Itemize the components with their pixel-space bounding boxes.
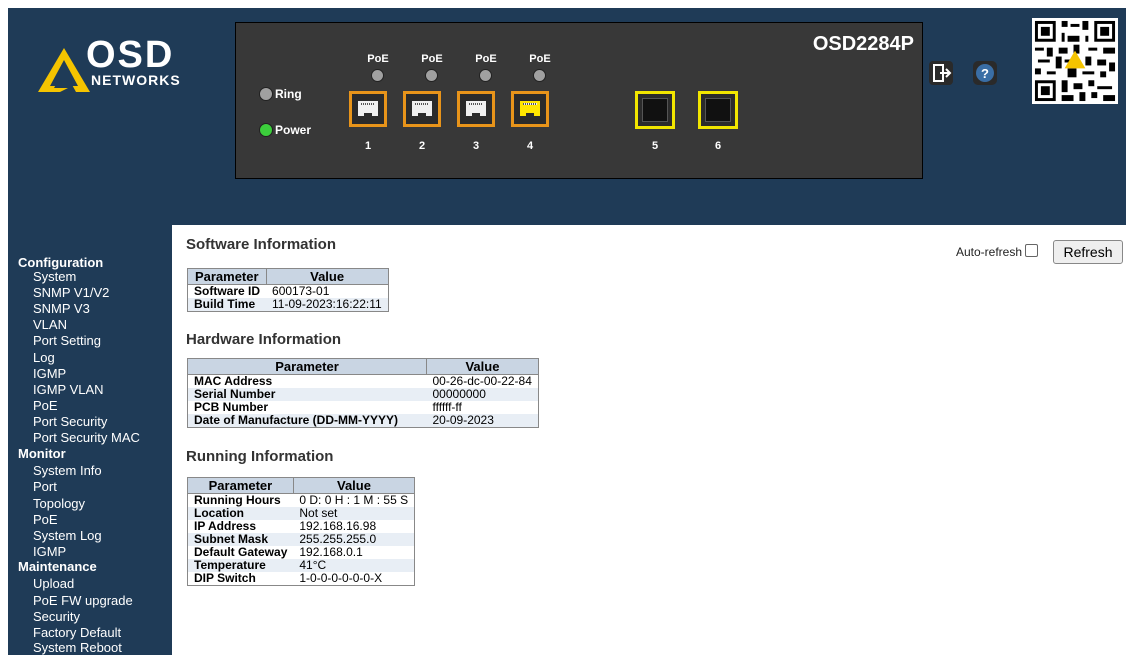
nav-item-vlan[interactable]: VLAN [33, 317, 67, 332]
switch-front-panel: OSD2284P Ring Power PoE PoE PoE PoE 1 2 … [235, 22, 923, 179]
value-cell: 00-26-dc-00-22-84 [432, 374, 532, 388]
help-icon: ? [973, 61, 997, 85]
poe-label-3: PoE [475, 53, 497, 65]
nav-group-monitor[interactable]: Monitor [18, 446, 66, 461]
value-cell: 0 D: 0 H : 1 M : 55 S [299, 493, 409, 507]
hardware-section-title: Hardware Information [186, 331, 342, 348]
value-cell: 600173-01 [272, 284, 330, 298]
nav-item-log[interactable]: Log [33, 350, 55, 365]
model-name: OSD2284P [812, 33, 914, 55]
nav-item-factory-default[interactable]: Factory Default [33, 625, 121, 640]
sidebar-nav: Configuration System SNMP V1/V2 SNMP V3 … [8, 225, 172, 655]
param-cell: Build Time [187, 298, 267, 312]
running-section-title: Running Information [186, 448, 334, 465]
param-cell: DIP Switch [194, 571, 256, 585]
hardware-table: Parameter Value MAC Address 00-26-dc-00-22… [187, 358, 539, 428]
column-header: Value [265, 268, 389, 285]
poe-led-4 [533, 69, 546, 82]
value-cell: 11-09-2023:16:22:11 [266, 298, 389, 312]
running-table: Parameter Value Running Hours 0 D: 0 H : 1… [187, 477, 416, 586]
nav-item-system-log[interactable]: System Log [33, 528, 102, 543]
value-cell: 20-09-2023 [426, 414, 539, 428]
table-row: DIP Switch 1-0-0-0-0-0-0-X [188, 572, 415, 586]
port-2[interactable] [403, 91, 441, 127]
ring-label: Ring [275, 87, 302, 101]
header-bar: OSD NETWORKS OSD2284P Ring Power PoE PoE… [8, 8, 1126, 225]
port-3[interactable] [457, 91, 495, 127]
auto-refresh-label: Auto-refresh [955, 245, 1022, 259]
nav-item-system[interactable]: System [33, 269, 76, 284]
nav-item-topology[interactable]: Topology [33, 496, 85, 511]
poe-led-2 [425, 69, 438, 82]
poe-label-1: PoE [367, 53, 389, 65]
column-header: Value [426, 358, 539, 375]
svg-text:?: ? [981, 66, 989, 81]
poe-led-3 [479, 69, 492, 82]
qr-code-icon [1032, 18, 1118, 104]
column-header: Parameter [187, 268, 267, 285]
nav-group-configuration[interactable]: Configuration [18, 255, 103, 270]
power-label: Power [275, 123, 312, 137]
power-led [259, 123, 273, 137]
nav-item-igmp-vlan[interactable]: IGMP VLAN [33, 382, 104, 397]
nav-item-monitor-poe[interactable]: PoE [33, 512, 58, 527]
nav-item-port-security-mac[interactable]: Port Security MAC [33, 430, 140, 445]
column-header: Value [292, 477, 416, 494]
nav-item-snmp-v1v2[interactable]: SNMP V1/V2 [33, 285, 109, 300]
value-cell: 1-0-0-0-0-0-0-X [299, 571, 383, 585]
nav-item-snmp-v3[interactable]: SNMP V3 [33, 301, 90, 316]
ring-led [259, 87, 273, 101]
port-1[interactable] [349, 91, 387, 127]
poe-led-1 [371, 69, 384, 82]
param-cell: Running Hours [194, 493, 281, 507]
nav-item-system-info[interactable]: System Info [33, 463, 102, 478]
software-table: Parameter Value Software ID 600173-01 Buil… [187, 268, 389, 312]
nav-item-port[interactable]: Port [33, 479, 57, 494]
logout-button[interactable] [928, 60, 954, 86]
nav-item-igmp[interactable]: IGMP [33, 366, 66, 381]
param-cell: MAC Address [194, 374, 273, 388]
port-5[interactable] [635, 91, 675, 129]
qr-code [1032, 18, 1118, 104]
param-cell: Date of Manufacture (DD-MM-YYYY) [187, 414, 427, 428]
column-header: Parameter [187, 477, 294, 494]
port-number-2: 2 [418, 140, 426, 152]
osd-logo: OSD NETWORKS [36, 34, 196, 98]
column-header: Parameter [187, 358, 427, 375]
table-row: Date of Manufacture (DD-MM-YYYY) 20-09-20… [187, 414, 539, 428]
port-number-5: 5 [651, 140, 659, 152]
nav-item-upload[interactable]: Upload [33, 576, 74, 591]
nav-item-security[interactable]: Security [33, 609, 80, 624]
port-number-3: 3 [472, 140, 480, 152]
nav-item-poe-fw-upgrade[interactable]: PoE FW upgrade [33, 593, 133, 608]
auto-refresh-checkbox[interactable] [1025, 244, 1038, 257]
table-row: Software ID 600173-01 [188, 285, 389, 299]
nav-item-monitor-igmp[interactable]: IGMP [33, 544, 66, 559]
refresh-button[interactable]: Refresh [1053, 240, 1123, 264]
nav-item-poe[interactable]: PoE [33, 398, 58, 413]
nav-item-system-reboot[interactable]: System Reboot [33, 640, 122, 655]
software-section-title: Software Information [186, 236, 337, 253]
table-row: Running Hours 0 D: 0 H : 1 M : 55 S [188, 494, 415, 508]
table-row: Build Time 11-09-2023:16:22:11 [187, 298, 389, 312]
port-number-4: 4 [526, 140, 534, 152]
port-6[interactable] [698, 91, 738, 129]
logo-text: OSD [86, 34, 175, 76]
help-button[interactable]: ? [972, 60, 998, 86]
poe-label-2: PoE [421, 53, 443, 65]
logout-icon [929, 61, 953, 85]
port-number-1: 1 [364, 140, 372, 152]
param-cell: Software ID [194, 284, 261, 298]
table-row: MAC Address 00-26-dc-00-22-84 [188, 375, 539, 389]
logo-subtext: NETWORKS [91, 72, 181, 88]
nav-group-maintenance[interactable]: Maintenance [18, 559, 97, 574]
logo-mark-icon [38, 48, 90, 92]
nav-item-port-security[interactable]: Port Security [33, 414, 107, 429]
nav-item-port-setting[interactable]: Port Setting [33, 333, 101, 348]
port-number-6: 6 [714, 140, 722, 152]
port-4[interactable] [511, 91, 549, 127]
poe-label-4: PoE [529, 53, 551, 65]
